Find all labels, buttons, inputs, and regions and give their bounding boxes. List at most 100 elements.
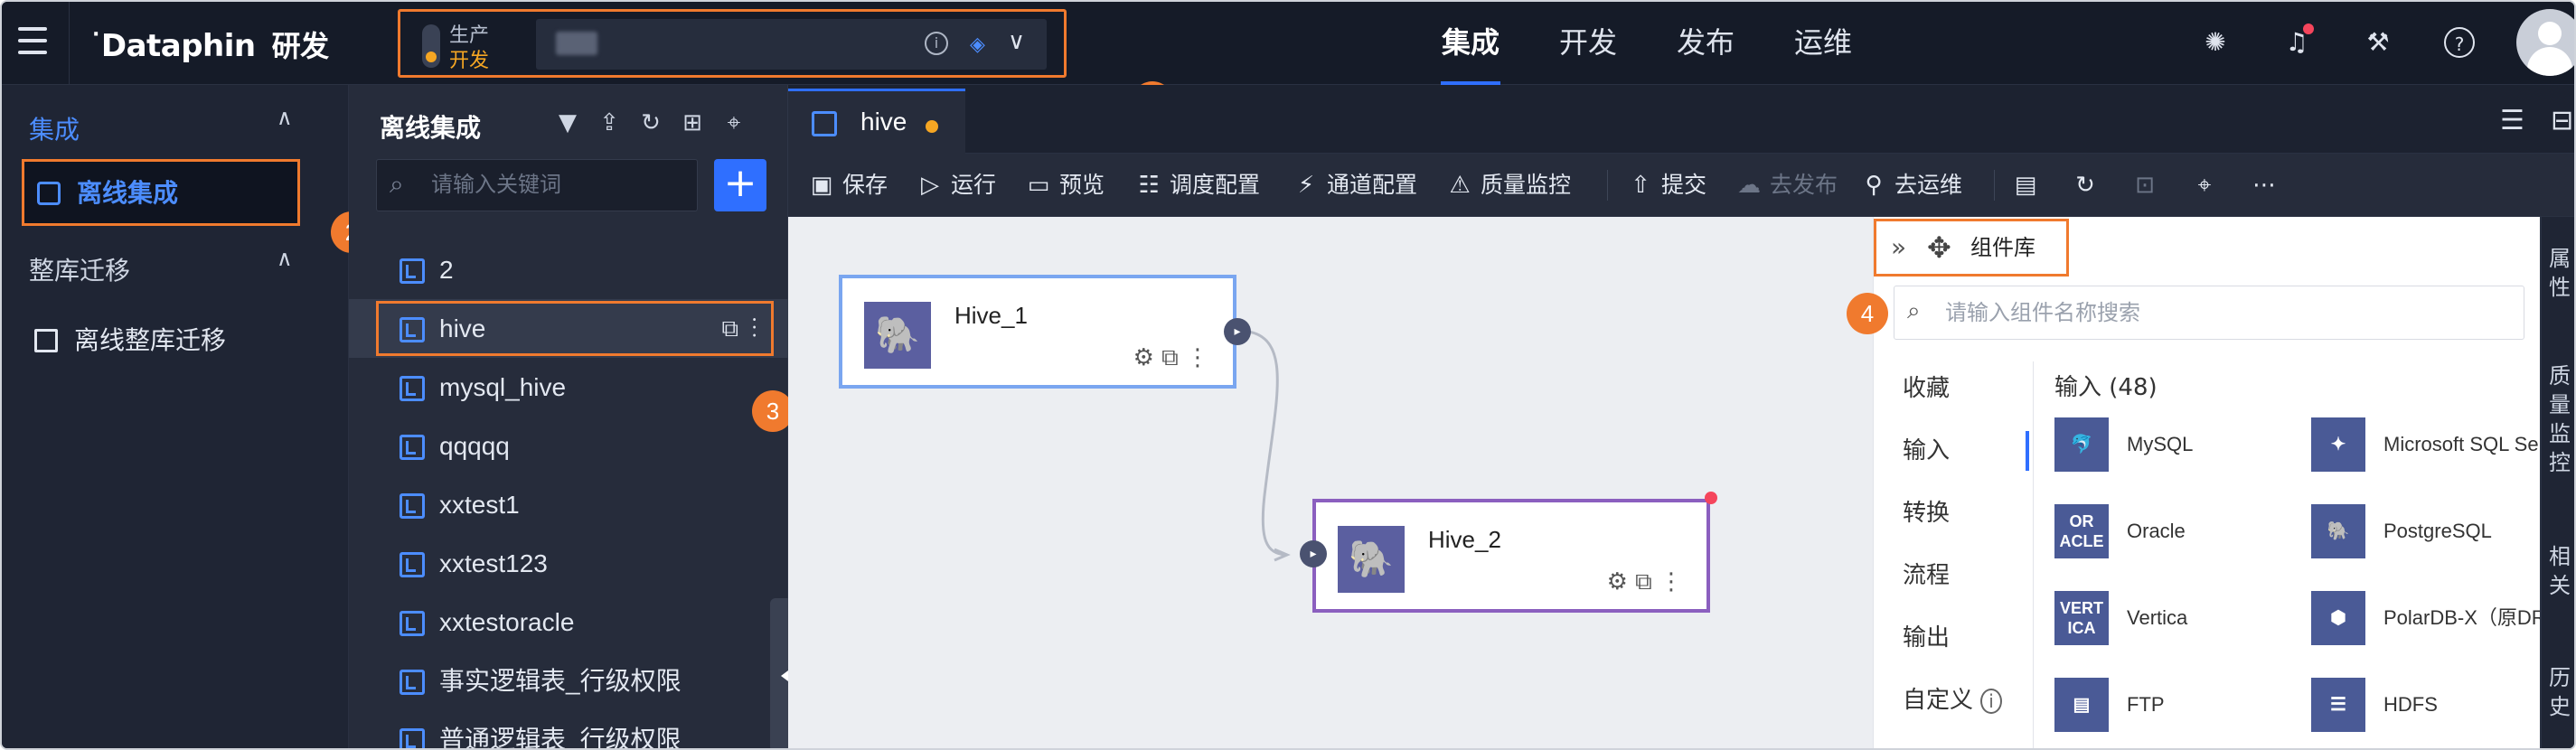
notification-dot <box>2303 23 2314 34</box>
task-icon <box>400 728 425 748</box>
layout-icon[interactable]: ⊟ <box>2551 105 2573 136</box>
add-button[interactable]: + <box>714 159 766 211</box>
category-favorites[interactable]: 收藏 <box>1874 361 2027 424</box>
category-flow[interactable]: 流程 <box>1874 548 2027 611</box>
copy-icon[interactable]: ⧉ <box>721 314 738 342</box>
more-button[interactable]: ⋯ <box>2251 168 2285 202</box>
tab-ops[interactable]: 运维 <box>1764 2 1882 85</box>
nav-item-offline-integration[interactable]: 离线集成 <box>22 159 300 226</box>
component-oracle[interactable]: OR ACLE Oracle <box>2054 493 2326 566</box>
input-port[interactable]: ▸ <box>1300 540 1327 567</box>
bell-icon[interactable]: ♫ <box>2281 23 2314 58</box>
channel-icon: ⚡ <box>1297 172 1315 199</box>
go-ops-button[interactable]: ⚲ 去运维 <box>1860 168 1962 202</box>
upload-icon[interactable]: ⇪ <box>595 108 624 137</box>
task-icon <box>400 376 425 401</box>
channel-config-button[interactable]: ⚡ 通道配置 <box>1293 168 1417 202</box>
callout-4: 4 <box>1847 293 1888 334</box>
tree-item[interactable]: 事实逻辑表_行级权限 <box>349 652 788 710</box>
list-icon[interactable]: ☰ <box>2500 105 2524 136</box>
locate-button[interactable]: ⌖ <box>2191 168 2225 202</box>
gear-icon[interactable]: ⚙ <box>1133 344 1154 371</box>
run-button[interactable]: ▷ 运行 <box>917 168 996 202</box>
refresh-icon[interactable]: ↻ <box>636 108 665 137</box>
chevron-down-icon[interactable]: ∨ <box>1008 28 1025 55</box>
collapse-panel-handle[interactable] <box>770 598 790 748</box>
nav-item-offline-db-migration[interactable]: 离线整库迁移 <box>22 309 300 376</box>
new-folder-icon[interactable]: ⊞ <box>678 108 707 137</box>
tree-search: ⌕ <box>376 159 698 211</box>
help-icon[interactable]: ? <box>2444 27 2475 58</box>
more-icon[interactable]: ⋮ <box>1659 568 1683 595</box>
node-hive-2[interactable]: 🐘 Hive_2 ⚙ ⧉ ⋮ <box>1312 499 1710 613</box>
component-hdfs[interactable]: ☰ HDFS <box>2311 667 2574 739</box>
submit-button[interactable]: ⇧ 提交 <box>1627 168 1706 202</box>
component-mysql[interactable]: 🐬 MySQL <box>2054 407 2326 479</box>
rail-properties[interactable]: 属性 <box>2547 244 2572 302</box>
tree-item[interactable]: xxtest123 <box>349 534 788 593</box>
component-library-header[interactable]: » ✥ 组件库 <box>1874 219 2069 277</box>
quality-monitor-button[interactable]: ⚠ 质量监控 <box>1446 168 1571 202</box>
info-icon[interactable]: i <box>1980 689 2002 714</box>
double-chevron-right-icon[interactable]: » <box>1891 221 1906 274</box>
category-output[interactable]: 输出 <box>1874 611 2027 673</box>
env-dev-label[interactable]: 开发 <box>449 44 489 73</box>
flow-canvas[interactable]: 🐘 Hive_1 ⚙ ⧉ ⋮ ▸ 🐘 Hive_2 ⚙ ⧉ ⋮ ▸ <box>788 217 1873 748</box>
tree-item[interactable]: 2 <box>349 240 788 299</box>
tree-item[interactable]: xxtest1 <box>349 475 788 534</box>
tree-item[interactable]: qqqqq <box>349 417 788 475</box>
preview-button[interactable]: ▭ 预览 <box>1025 168 1105 202</box>
output-port[interactable]: ▸ <box>1224 318 1251 345</box>
rail-related[interactable]: 相关 <box>2547 542 2572 600</box>
chevron-up-icon[interactable]: ∧ <box>277 246 293 271</box>
component-vertica[interactable]: VERT ICA Vertica <box>2054 580 2326 652</box>
nav-section-db-migration[interactable]: 整库迁移 <box>29 251 130 287</box>
locate-icon[interactable]: ⌖ <box>719 108 748 137</box>
env-toggle[interactable] <box>422 24 440 68</box>
component-search-input[interactable] <box>1945 295 2505 332</box>
project-name-blurred <box>556 32 597 55</box>
file-tab-hive[interactable]: hive <box>788 89 965 154</box>
rail-history[interactable]: 历史 <box>2547 663 2572 721</box>
more-icon[interactable]: ⋮ <box>1186 344 1209 371</box>
rail-quality-monitor[interactable]: 质量监控 <box>2547 361 2572 477</box>
component-sqlserver[interactable]: ✦ Microsoft SQL Server <box>2311 407 2574 479</box>
tree-item-selected[interactable]: hive ⧉ ⋮ <box>349 299 788 358</box>
wrench-icon[interactable]: ⚒ <box>2363 27 2393 58</box>
tree-item[interactable]: mysql_hive <box>349 358 788 417</box>
chevron-up-icon[interactable]: ∧ <box>277 105 293 130</box>
refresh-button[interactable]: ↻ <box>2072 168 2106 202</box>
more-icon[interactable]: ⋮ <box>752 314 758 342</box>
menu-icon[interactable] <box>13 22 52 61</box>
terminal-button[interactable]: ▤ <box>2012 168 2046 202</box>
filter-icon[interactable]: ▼ <box>553 108 582 137</box>
tree-item[interactable]: xxtestoracle <box>349 593 788 652</box>
tab-develop[interactable]: 开发 <box>1529 2 1647 85</box>
copy-icon[interactable]: ⧉ <box>1161 344 1179 371</box>
info-icon[interactable]: i <box>925 32 948 55</box>
component-ftp[interactable]: ▤ FTP <box>2054 667 2326 739</box>
tab-publish[interactable]: 发布 <box>1647 2 1764 85</box>
upload-icon: ⇧ <box>1631 172 1650 199</box>
schedule-config-button[interactable]: ☷ 调度配置 <box>1135 168 1260 202</box>
tree-toolbar: ▼ ⇪ ↻ ⊞ ⌖ <box>553 108 748 137</box>
copy-icon[interactable]: ⧉ <box>1635 568 1652 595</box>
gear-icon[interactable]: ⚙ <box>1607 568 1628 595</box>
tree-search-input[interactable] <box>431 167 684 203</box>
component-polardb[interactable]: ⬢ PolarDB-X（原DRDS) <box>2311 580 2574 652</box>
component-postgresql[interactable]: 🐘 PostgreSQL <box>2311 493 2574 566</box>
category-transform[interactable]: 转换 <box>1874 486 2027 548</box>
tree-item[interactable]: 普通逻辑表_行级权限 <box>349 710 788 748</box>
tab-integration[interactable]: 集成 <box>1412 2 1529 85</box>
category-custom[interactable]: 自定义 i <box>1874 673 2027 736</box>
user-avatar[interactable] <box>2516 9 2574 76</box>
component-categories: 收藏 输入 转换 流程 输出 自定义 i <box>1874 361 2029 736</box>
save-button[interactable]: ▣ 保存 <box>808 168 888 202</box>
project-select[interactable]: i ◈ ∨ <box>536 19 1047 70</box>
environment-switcher: 生产 开发 i ◈ ∨ <box>398 9 1067 78</box>
node-hive-1[interactable]: 🐘 Hive_1 ⚙ ⧉ ⋮ <box>839 275 1236 389</box>
bug-icon[interactable]: ✺ <box>2200 27 2231 58</box>
nav-section-integration[interactable]: 集成 <box>29 110 80 146</box>
mysql-icon: 🐬 <box>2054 417 2109 472</box>
category-input[interactable]: 输入 <box>1874 424 2029 486</box>
